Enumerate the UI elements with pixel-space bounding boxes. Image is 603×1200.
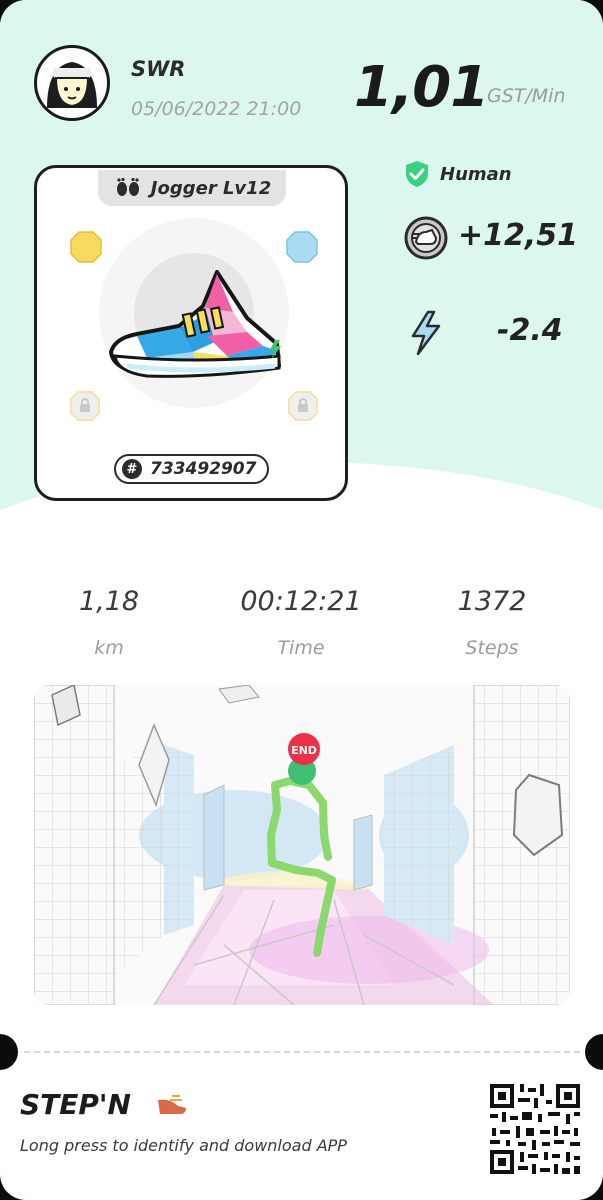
avatar-face-icon bbox=[47, 62, 97, 108]
route-end-marker: END bbox=[291, 744, 317, 757]
gem-socket-locked-icon[interactable] bbox=[69, 390, 101, 422]
sneaker-card[interactable]: Jogger Lv12 # 733492907 bbox=[34, 165, 348, 501]
stat-steps: 1372 Steps bbox=[402, 586, 582, 659]
mode-label: Human bbox=[440, 163, 512, 185]
run-share-card: SWR 05/06/2022 21:00 1,01 GST/Min Jogger… bbox=[0, 0, 603, 1200]
stat-steps-label: Steps bbox=[465, 637, 519, 659]
ticket-notch-right bbox=[585, 1034, 603, 1070]
lightning-icon bbox=[411, 310, 441, 356]
ticket-notch-left bbox=[0, 1034, 18, 1070]
stat-time-value: 00:12:21 bbox=[240, 586, 362, 617]
earned-gst-value: +12,51 bbox=[458, 218, 579, 253]
energy-used-value: -2.4 bbox=[497, 313, 563, 348]
download-hint: Long press to identify and download APP bbox=[20, 1136, 347, 1155]
qr-code[interactable] bbox=[488, 1082, 582, 1176]
sneaker-id-pill: # 733492907 bbox=[114, 454, 269, 484]
ticket-divider bbox=[24, 1051, 580, 1053]
brand-name: STEP'N bbox=[20, 1088, 131, 1121]
gem-socket-yellow-icon[interactable] bbox=[69, 230, 103, 264]
stat-time-label: Time bbox=[277, 637, 325, 659]
earning-rate-value: 1,01 bbox=[354, 55, 489, 120]
stat-distance-value: 1,18 bbox=[78, 586, 140, 617]
username: SWR bbox=[131, 57, 186, 81]
sneaker-type-label: Jogger Lv12 bbox=[150, 177, 272, 199]
shield-check-icon bbox=[406, 161, 428, 187]
sneaker-type-pill: Jogger Lv12 bbox=[98, 170, 286, 206]
stat-distance-label: km bbox=[94, 637, 124, 659]
footprints-icon bbox=[116, 177, 139, 196]
gem-socket-blue-icon[interactable] bbox=[285, 230, 319, 264]
avatar[interactable] bbox=[34, 45, 110, 121]
stepn-logo: STEP'N bbox=[20, 1088, 186, 1121]
gst-coin-icon bbox=[404, 216, 448, 260]
route-map[interactable]: END bbox=[34, 685, 570, 1005]
route-map-illustration: END bbox=[34, 685, 570, 1005]
mode-badge: Human bbox=[404, 160, 512, 188]
hash-icon: # bbox=[122, 459, 142, 479]
earning-rate-unit: GST/Min bbox=[487, 85, 566, 107]
stat-time: 00:12:21 Time bbox=[211, 586, 391, 659]
sneaker-image-icon bbox=[109, 270, 281, 378]
stat-distance: 1,18 km bbox=[19, 586, 199, 659]
sneaker-id: 733492907 bbox=[150, 459, 257, 479]
gem-socket-locked-icon[interactable] bbox=[287, 390, 319, 422]
stat-steps-value: 1372 bbox=[457, 586, 527, 617]
run-datetime: 05/06/2022 21:00 bbox=[131, 98, 302, 120]
